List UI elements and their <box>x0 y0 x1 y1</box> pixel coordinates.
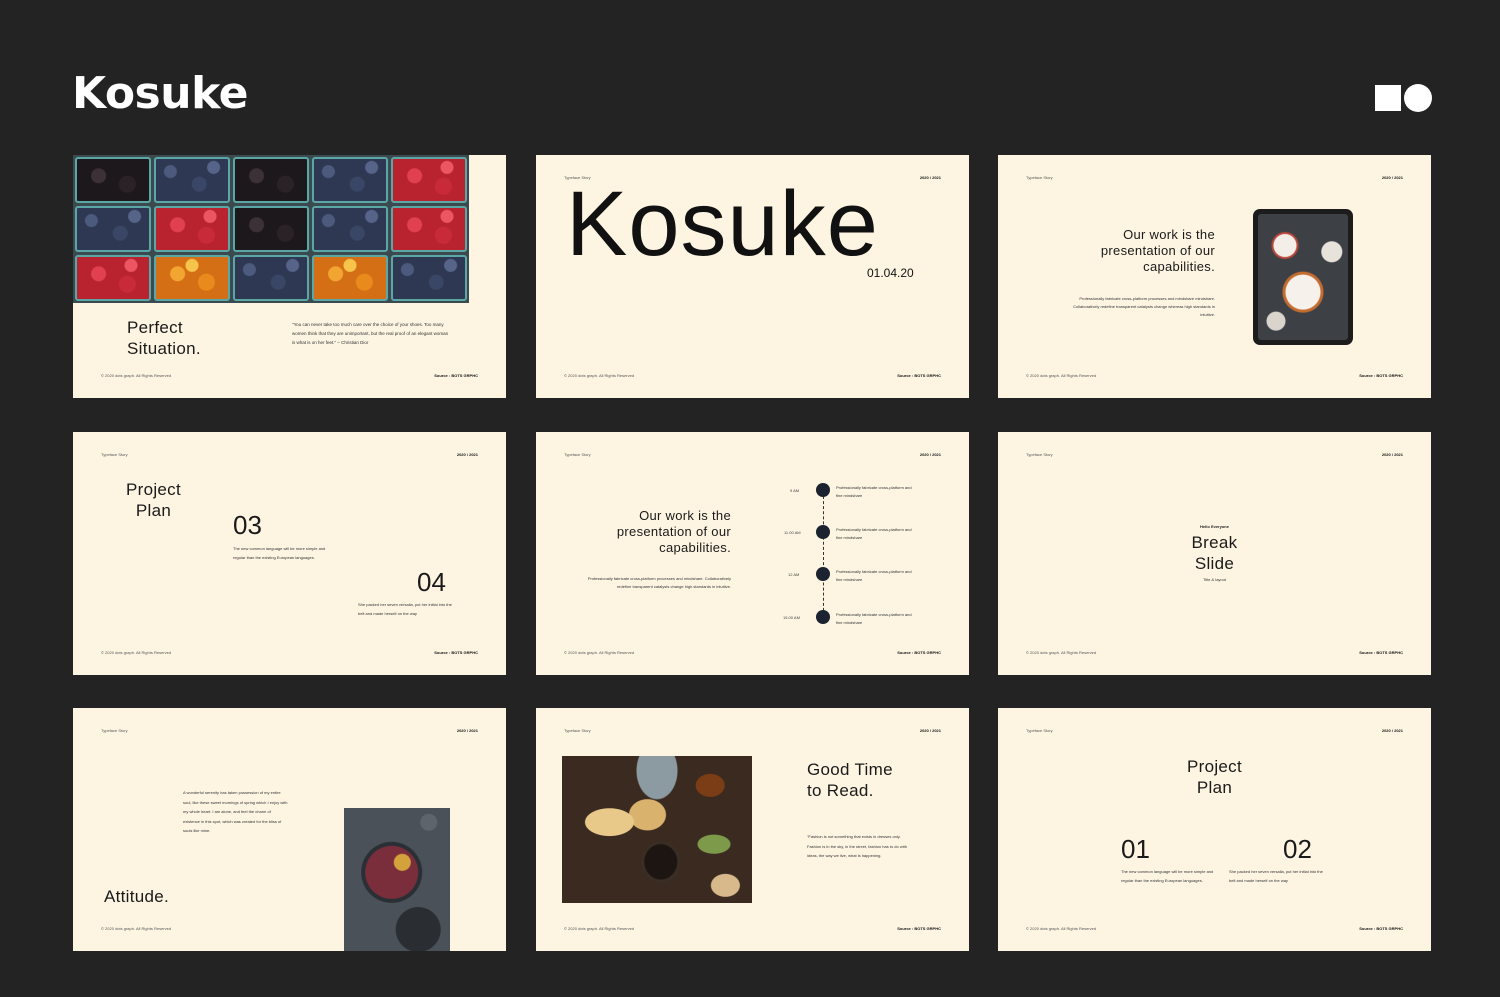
footer-source: Source : BOTS GRPHC <box>897 650 941 655</box>
timeline-time: 15.00 AM <box>783 615 800 620</box>
slide-thumbnail-9[interactable]: Typeface Story 2020 / 2021 Project Plan 0… <box>998 708 1431 951</box>
step-text-02: She packed her seven versalia, put her i… <box>1229 869 1323 883</box>
header-year: 2020 / 2021 <box>1381 452 1403 457</box>
slide-title: Attitude. <box>104 887 170 906</box>
timeline-dot <box>816 567 830 581</box>
timeline-dot <box>816 483 830 497</box>
header-label: Typeface Story <box>1026 452 1053 457</box>
timeline-dot <box>816 525 830 539</box>
footer-source: Source : BOTS GRPHC <box>434 650 478 655</box>
body-text: Professionally fabricate cross-platform … <box>1073 296 1215 317</box>
step-number-01: 01 <box>1121 834 1150 864</box>
slide-title: Our work is the presentation of our capabi… <box>1100 227 1215 274</box>
slide-thumbnail-2[interactable]: Typeface Story 2020 / 2021 Kosuke 01.04.… <box>536 155 969 398</box>
slide-title: Break Slide <box>1191 533 1238 573</box>
big-title: Kosuke <box>566 173 879 275</box>
bowl-photo <box>344 808 450 951</box>
tablet-photo <box>1253 209 1353 345</box>
footer-copyright: © 2020 dots graph. All Rights Reserved <box>1026 650 1097 655</box>
slide-thumbnail-3[interactable]: Typeface Story 2020 / 2021 Our work is t… <box>998 155 1431 398</box>
footer-copyright: © 2020 dots graph. All Rights Reserved <box>101 373 172 378</box>
header-year: 2020 / 2021 <box>919 728 941 733</box>
footer-copyright: © 2020 dots graph. All Rights Reserved <box>564 650 635 655</box>
header-label: Typeface Story <box>564 728 591 733</box>
header-year: 2020 / 2021 <box>1381 175 1403 180</box>
timeline-connector <box>823 496 824 616</box>
header-year: 2020 / 2021 <box>1381 728 1403 733</box>
slide-title: Our work is the presentation of our capabi… <box>616 508 731 555</box>
header-label: Typeface Story <box>564 452 591 457</box>
footer-source: Source : BOTS GRPHC <box>1359 926 1403 931</box>
footer-copyright: © 2020 dots graph. All Rights Reserved <box>1026 373 1097 378</box>
footer-copyright: © 2020 dots graph. All Rights Reserved <box>564 926 635 931</box>
footer-copyright: © 2020 dots graph. All Rights Reserved <box>1026 926 1097 931</box>
slide-title: Perfect Situation. <box>127 318 201 358</box>
step-number-04: 04 <box>417 567 446 597</box>
timeline-time: 9 AM <box>790 488 800 493</box>
footer-copyright: © 2020 dots graph. All Rights Reserved <box>101 926 172 931</box>
header-label: Typeface Story <box>1026 728 1053 733</box>
body-text: A wonderful serenity has taken possessio… <box>183 790 288 833</box>
footer-source: Source : BOTS GRPHC <box>897 926 941 931</box>
logo-square <box>1375 85 1401 111</box>
subtitle-text: Title & layout <box>1203 577 1226 582</box>
footer-copyright: © 2020 dots graph. All Rights Reserved <box>101 650 172 655</box>
footer-source: Source : BOTS GRPHC <box>1359 373 1403 378</box>
slide-title: Project Plan <box>1186 757 1242 797</box>
footer-source: Source : BOTS GRPHC <box>1359 650 1403 655</box>
step-text-04: She packed her seven versalia, put her i… <box>358 602 452 616</box>
berries-photo <box>73 155 469 303</box>
logo-circle <box>1404 84 1432 112</box>
slide-title: Good Time to Read. <box>807 760 893 800</box>
food-photo <box>562 756 752 903</box>
slide-thumbnail-6[interactable]: Typeface Story 2020 / 2021 Hello Everyon… <box>998 432 1431 675</box>
step-text-01: The new common language will be more sim… <box>1121 869 1214 883</box>
timeline-text: Professionally fabricate cross-platform … <box>836 612 912 625</box>
square-circle-logo-icon <box>1375 84 1432 112</box>
kicker-text: Hello Everyone <box>1200 524 1229 529</box>
body-text: "Fashion is not something that exists in… <box>807 834 907 858</box>
slide-thumbnail-8[interactable]: Typeface Story 2020 / 2021 Good Time to R… <box>536 708 969 951</box>
timeline-dot <box>816 610 830 624</box>
timeline-text: Professionally fabricate cross-platform … <box>836 569 912 582</box>
slide-title: Project Plan <box>126 480 182 520</box>
step-text-03: The new common language will be more sim… <box>233 546 326 560</box>
date-label: 01.04.20 <box>867 266 914 280</box>
slide-thumbnail-5[interactable]: Typeface Story 2020 / 2021 Our work is t… <box>536 432 969 675</box>
header-year: 2020 / 2021 <box>919 175 941 180</box>
header-year: 2020 / 2021 <box>456 728 478 733</box>
timeline-time: 12 AM <box>788 572 800 577</box>
brand-title: Kosuke <box>72 68 249 119</box>
header-label: Typeface Story <box>101 452 128 457</box>
footer-source: Source : BOTS GRPHC <box>434 373 478 378</box>
header-year: 2020 / 2021 <box>456 452 478 457</box>
body-text: Professionally fabricate cross-platform … <box>587 576 731 589</box>
footer-source: Source : BOTS GRPHC <box>897 373 941 378</box>
slide-thumbnail-4[interactable]: Typeface Story 2020 / 2021 Project Plan 0… <box>73 432 506 675</box>
timeline-text: Professionally fabricate cross-platform … <box>836 485 912 498</box>
header-year: 2020 / 2021 <box>919 452 941 457</box>
header-label: Typeface Story <box>1026 175 1053 180</box>
slide-thumbnail-1[interactable]: Perfect Situation. "You can never take to… <box>73 155 506 398</box>
slide-thumbnail-7[interactable]: Typeface Story 2020 / 2021 A wonderful s… <box>73 708 506 951</box>
footer-copyright: © 2020 dots graph. All Rights Reserved <box>564 373 635 378</box>
step-number-03: 03 <box>233 510 262 540</box>
timeline-time: 11.00 AM <box>784 530 801 535</box>
quote-text: "You can never take too much care over t… <box>292 322 449 345</box>
timeline-text: Professionally fabricate cross-platform … <box>836 527 912 540</box>
header-label: Typeface Story <box>101 728 128 733</box>
step-number-02: 02 <box>1283 834 1312 864</box>
